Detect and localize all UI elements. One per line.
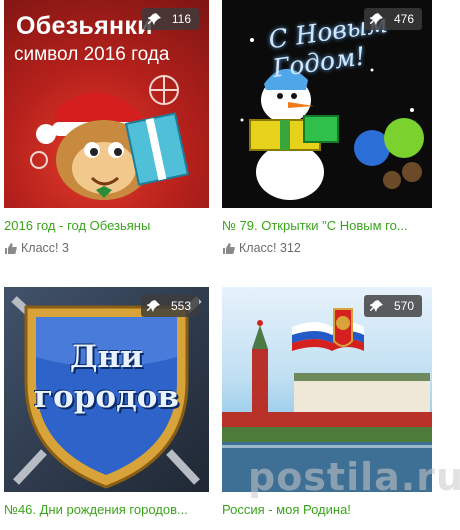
pin-caption[interactable]: № 79. Открытки "С Новым го... — [222, 218, 432, 233]
pin-icon — [147, 13, 161, 25]
like-count: Класс! 3 — [21, 241, 69, 255]
pin-image-russia[interactable]: 570 — [222, 287, 432, 492]
pin-card-city-days: Дни городов 553 №46. Дни рождения городо… — [4, 287, 209, 517]
like-button[interactable]: Класс! 3 — [4, 241, 69, 255]
repin-badge[interactable]: 476 — [363, 8, 422, 30]
repin-count: 570 — [393, 299, 414, 313]
pin-caption[interactable]: №46. Дни рождения городов... — [4, 502, 209, 517]
pin-image-monkey[interactable]: Обезьянки символ 2016 года 116 — [4, 0, 209, 208]
image-title: Дни городов — [34, 339, 179, 415]
repin-badge[interactable]: 553 — [140, 295, 199, 317]
repin-count: 116 — [171, 12, 191, 26]
thumbs-up-icon — [223, 242, 235, 254]
pin-card-russia: 570 Россия - моя Родина! — [222, 287, 432, 517]
city-days-artwork: Дни городов — [4, 287, 209, 492]
kremlin-illustration — [222, 308, 432, 492]
pin-icon — [369, 13, 383, 25]
russia-artwork — [222, 287, 432, 492]
monkey-illustration — [30, 75, 190, 200]
monkey-artwork: Обезьянки символ 2016 года — [4, 0, 209, 208]
new-year-artwork: С Новым Годом! — [222, 0, 432, 208]
repin-count: 553 — [170, 299, 191, 313]
like-button[interactable]: Класс! 312 — [222, 241, 301, 255]
pin-card-monkey: Обезьянки символ 2016 года 116 2016 год … — [4, 0, 209, 255]
pin-card-new-year: С Новым Годом! 476 № 79. Открытки "С Нов… — [222, 0, 432, 255]
pin-caption[interactable]: 2016 год - год Обезьяны — [4, 218, 209, 233]
pin-caption[interactable]: Россия - моя Родина! — [222, 502, 432, 517]
repin-badge[interactable]: 570 — [363, 295, 422, 317]
pin-image-new-year[interactable]: С Новым Годом! 476 — [222, 0, 432, 208]
pin-icon — [369, 300, 383, 312]
thumbs-up-icon — [5, 242, 17, 254]
pin-icon — [146, 300, 160, 312]
repin-badge[interactable]: 116 — [141, 8, 199, 30]
like-count: Класс! 312 — [239, 241, 301, 255]
pin-image-city-days[interactable]: Дни городов 553 — [4, 287, 209, 492]
repin-count: 476 — [393, 12, 414, 26]
